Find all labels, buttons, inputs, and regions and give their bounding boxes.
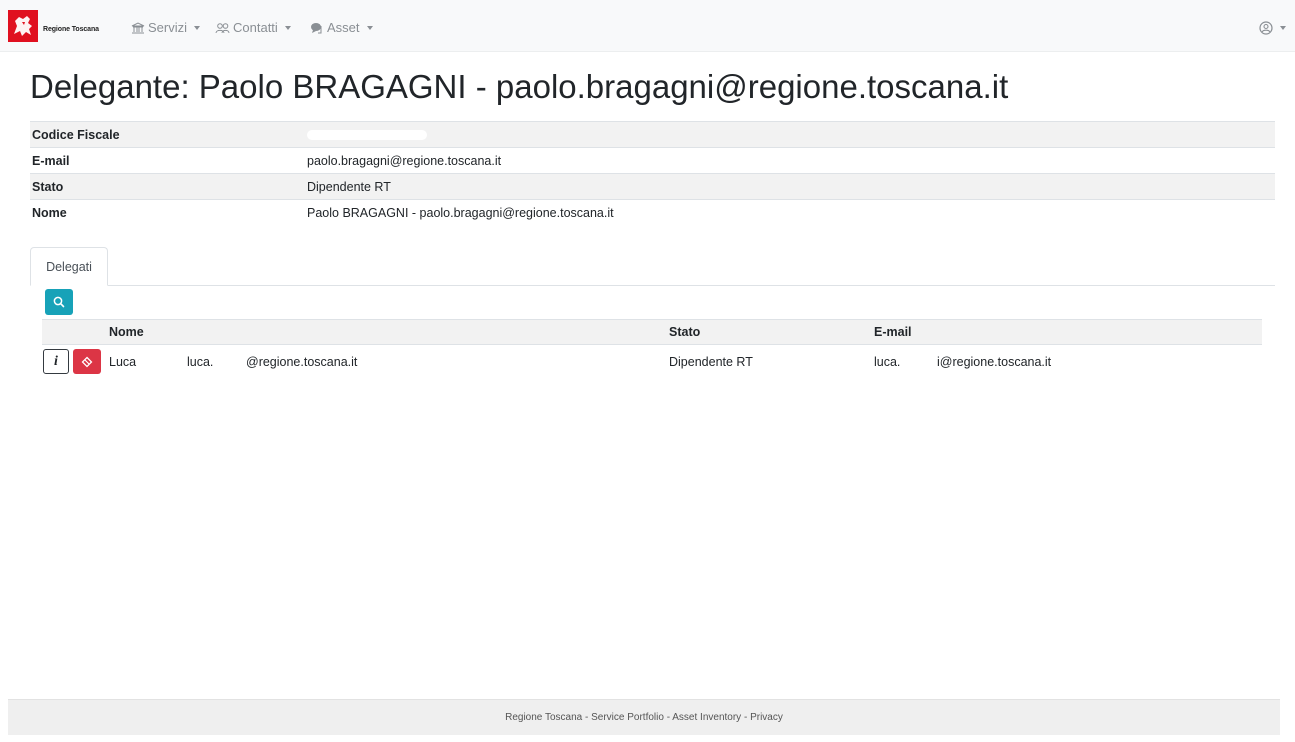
footer-link-service-portfolio[interactable]: Service Portfolio <box>591 712 664 723</box>
delegato-nome: Luca <box>109 355 137 369</box>
footer-link-regione-toscana[interactable]: Regione Toscana <box>505 712 582 723</box>
delegato-email-domain[interactable]: i@regione.toscana.it <box>937 355 1051 369</box>
detail-row: Stato Dipendente RT <box>30 173 1275 200</box>
detail-row: E-mail paolo.bragagni@regione.toscana.it <box>30 147 1275 174</box>
chevron-down-icon <box>1280 26 1286 30</box>
nav-menu-asset[interactable]: Asset <box>310 20 373 35</box>
info-button[interactable]: i <box>43 349 69 374</box>
chevron-down-icon <box>194 25 201 30</box>
detail-row: Nome Paolo BRAGAGNI - paolo.bragagni@reg… <box>30 199 1275 225</box>
detail-value: Paolo BRAGAGNI - paolo.bragagni@regione.… <box>305 199 1275 225</box>
detail-value-codice-fiscale <box>305 121 1275 148</box>
detail-key: Stato <box>30 173 305 200</box>
footer-link-asset-inventory[interactable]: Asset Inventory <box>672 712 741 723</box>
tab-delegati[interactable]: Delegati <box>30 247 108 286</box>
column-header-email: E-mail <box>874 325 912 339</box>
column-header-stato: Stato <box>669 325 701 339</box>
footer-separator: - <box>741 712 751 723</box>
detail-value: paolo.bragagni@regione.toscana.it <box>305 147 1275 174</box>
column-header-nome: Nome <box>109 325 144 339</box>
chevron-down-icon <box>366 25 373 30</box>
detail-row: Codice Fiscale <box>30 121 1275 148</box>
detail-value: Dipendente RT <box>305 173 1275 200</box>
regione-toscana-logo[interactable] <box>8 10 38 42</box>
delegato-email-user[interactable]: luca. <box>874 355 900 369</box>
chat-icon <box>311 22 322 33</box>
user-circle-icon <box>1259 21 1273 35</box>
footer: Regione Toscana - Service Portfolio - As… <box>8 699 1280 735</box>
detail-key: Nome <box>30 199 305 225</box>
brand-name[interactable]: Regione Toscana <box>43 26 99 33</box>
chevron-down-icon <box>284 25 291 30</box>
search-button[interactable] <box>45 289 73 315</box>
nav-menu-label: Asset <box>327 20 360 35</box>
delegato-nome-email-user: luca. <box>187 355 214 369</box>
redacted-value <box>307 130 427 141</box>
nav-menu-label: Servizi <box>148 20 188 35</box>
nav-menu-servizi[interactable]: Servizi <box>131 20 201 35</box>
search-icon <box>53 296 65 308</box>
table-row: i Luca luca. @regione.toscana.it Dipende… <box>42 346 1262 378</box>
footer-separator: - <box>663 712 673 723</box>
footer-separator: - <box>582 712 592 723</box>
delete-button[interactable] <box>73 349 101 374</box>
footer-link-privacy[interactable]: Privacy <box>750 712 783 723</box>
nav-menu-label: Contatti <box>233 20 278 35</box>
building-icon <box>131 21 145 33</box>
detail-key: Codice Fiscale <box>30 121 305 148</box>
tab-divider <box>30 285 1275 286</box>
eraser-icon <box>81 356 93 367</box>
delegato-nome-email-domain: @regione.toscana.it <box>246 355 358 369</box>
user-menu[interactable] <box>1259 21 1286 35</box>
delegato-stato: Dipendente RT <box>669 355 753 369</box>
details-table: Codice Fiscale E-mail paolo.bragagni@reg… <box>30 121 1275 225</box>
table-header: Nome Stato E-mail <box>42 319 1262 345</box>
people-icon <box>215 22 230 33</box>
detail-key: E-mail <box>30 147 305 174</box>
navbar: Regione Toscana Servizi Contatti Asset <box>0 0 1295 52</box>
page-title: Delegante: Paolo BRAGAGNI - paolo.bragag… <box>30 68 1009 105</box>
nav-menu-contatti[interactable]: Contatti <box>215 20 291 35</box>
